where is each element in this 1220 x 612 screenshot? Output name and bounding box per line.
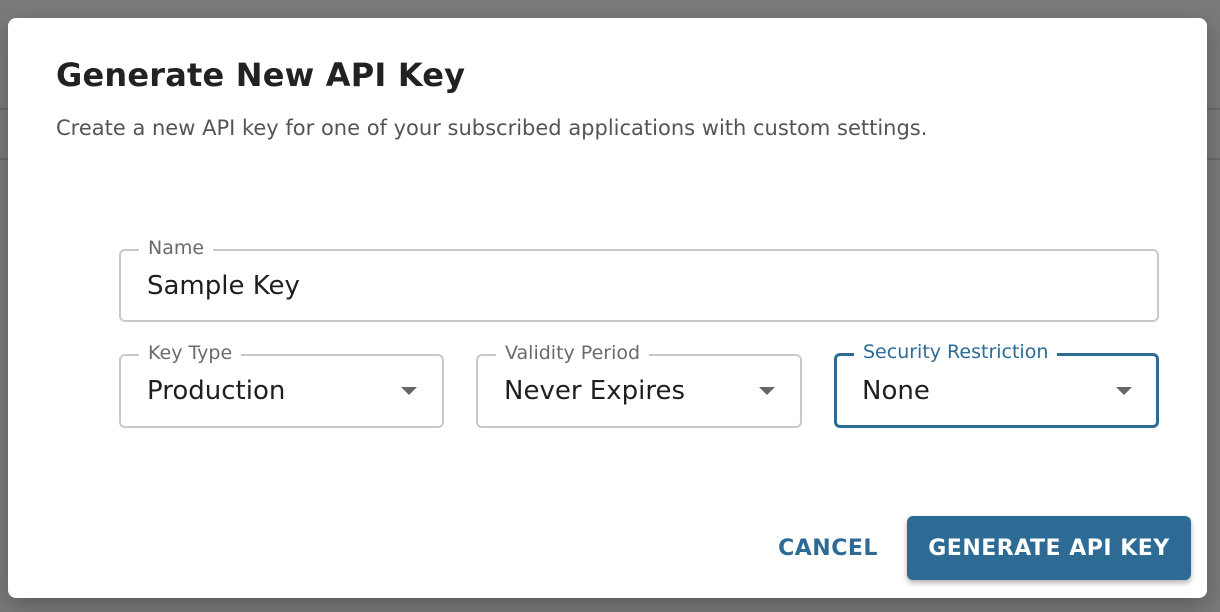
name-input-value[interactable]: Sample Key [147, 251, 300, 320]
caret-down-icon[interactable] [401, 387, 417, 395]
generate-api-key-dialog: Generate New API Key Create a new API ke… [8, 18, 1207, 598]
validity-period-select[interactable]: Validity Period Never Expires [476, 342, 802, 428]
caret-down-icon[interactable] [759, 387, 775, 395]
key-type-select[interactable]: Key Type Production [119, 342, 444, 428]
name-field[interactable]: Name Sample Key [119, 237, 1159, 322]
security-restriction-select[interactable]: Security Restriction None [834, 341, 1159, 428]
cancel-button[interactable]: CANCEL [768, 526, 888, 570]
validity-period-value: Never Expires [504, 376, 685, 406]
key-type-value: Production [147, 376, 286, 406]
generate-api-key-button[interactable]: GENERATE API KEY [907, 516, 1191, 580]
security-restriction-value: None [862, 375, 930, 406]
dialog-title: Generate New API Key [56, 56, 466, 94]
dialog-subtitle: Create a new API key for one of your sub… [56, 116, 928, 140]
caret-down-icon[interactable] [1116, 386, 1132, 395]
